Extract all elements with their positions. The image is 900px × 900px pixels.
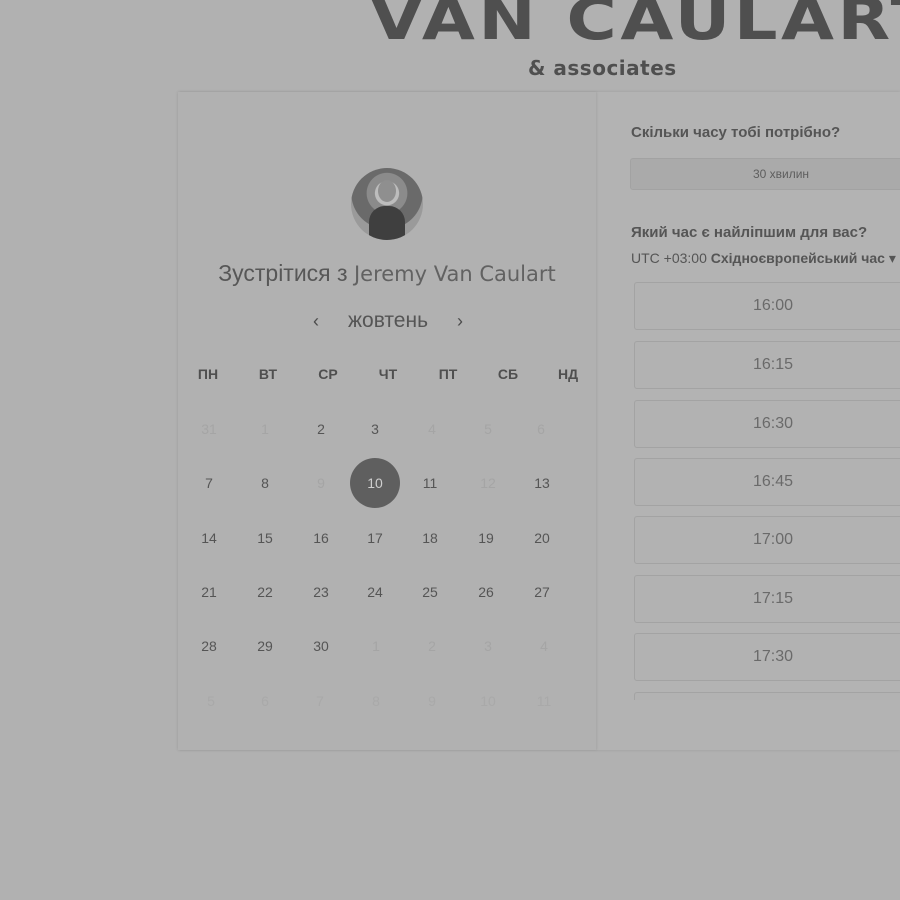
weekday-mon: ПН bbox=[197, 366, 219, 382]
calendar-day: 6 bbox=[261, 693, 269, 709]
calendar-day: 5 bbox=[484, 421, 492, 437]
calendar-day[interactable]: 7 bbox=[184, 458, 234, 508]
weekday-sat: СБ bbox=[497, 366, 519, 382]
calendar-day[interactable]: 11 bbox=[405, 458, 455, 508]
duration-select[interactable]: 30 хвилин bbox=[630, 158, 900, 190]
meeting-title: Зустрітися з Jeremy Van Caulart bbox=[178, 260, 596, 287]
calendar-day: 7 bbox=[316, 693, 324, 709]
weekday-sun: НД bbox=[557, 366, 579, 382]
calendar-day[interactable]: 21 bbox=[184, 567, 234, 617]
calendar-day[interactable]: 30 bbox=[296, 621, 346, 671]
calendar-day[interactable]: 15 bbox=[240, 513, 290, 563]
calendar-day[interactable]: 29 bbox=[240, 621, 290, 671]
calendar-day: 5 bbox=[207, 693, 215, 709]
calendar-day[interactable]: 26 bbox=[461, 567, 511, 617]
calendar-day[interactable]: 28 bbox=[184, 621, 234, 671]
time-question: Який час є найліпшим для вас? bbox=[631, 224, 868, 241]
calendar-day[interactable]: 22 bbox=[240, 567, 290, 617]
chevron-left-icon[interactable]: ‹ bbox=[308, 311, 324, 332]
calendar-day: 1 bbox=[372, 638, 380, 654]
calendar-day[interactable]: 20 bbox=[517, 513, 567, 563]
duration-question: Скільки часу тобі потрібно? bbox=[631, 124, 841, 141]
calendar-day: 8 bbox=[372, 693, 380, 709]
weekday-wed: СР bbox=[318, 366, 338, 382]
booking-card: Зустрітися з Jeremy Van Caulart ‹ жовтен… bbox=[178, 92, 900, 750]
time-slot[interactable]: 17:15 bbox=[634, 575, 900, 623]
calendar-day: 4 bbox=[540, 638, 548, 654]
calendar-day: 9 bbox=[317, 475, 325, 491]
calendar-day[interactable]: 23 bbox=[296, 567, 346, 617]
calendar-day[interactable]: 25 bbox=[405, 567, 455, 617]
calendar-day: 2 bbox=[428, 638, 436, 654]
calendar-day[interactable]: 18 bbox=[405, 513, 455, 563]
avatar bbox=[351, 168, 423, 240]
calendar-day: 1 bbox=[261, 421, 269, 437]
calendar-day[interactable]: 24 bbox=[350, 567, 400, 617]
calendar-day[interactable]: 14 bbox=[184, 513, 234, 563]
month-navigation: ‹ жовтень › bbox=[308, 307, 468, 335]
calendar-day: 31 bbox=[201, 421, 217, 437]
calendar-day[interactable]: 3 bbox=[350, 404, 400, 454]
time-slot[interactable]: 16:45 bbox=[634, 458, 900, 506]
brand-subtitle: & associates bbox=[528, 56, 677, 80]
calendar-panel: Зустрітися з Jeremy Van Caulart ‹ жовтен… bbox=[178, 92, 596, 750]
calendar-day: 9 bbox=[428, 693, 436, 709]
time-slot-list[interactable]: 16:00 16:15 16:30 16:45 17:00 17:15 17:3… bbox=[634, 282, 900, 700]
calendar-day-selected[interactable]: 10 bbox=[350, 458, 400, 508]
calendar-day: 6 bbox=[537, 421, 545, 437]
brand-logo: VAN CAULART & associates bbox=[360, 0, 900, 80]
timezone-name: Східноєвропейський час bbox=[710, 250, 885, 266]
weekday-thu: ЧТ bbox=[378, 366, 398, 382]
meeting-title-prefix: Зустрітися з bbox=[218, 260, 348, 286]
calendar-day: 3 bbox=[484, 638, 492, 654]
calendar-day[interactable]: 13 bbox=[517, 458, 567, 508]
time-slot[interactable]: 16:15 bbox=[634, 341, 900, 389]
calendar-day: 11 bbox=[536, 693, 552, 709]
weekday-header: ПН ВТ СР ЧТ ПТ СБ НД bbox=[178, 366, 596, 386]
calendar-day[interactable]: 2 bbox=[296, 404, 346, 454]
calendar-day[interactable]: 17 bbox=[350, 513, 400, 563]
chevron-down-icon: ▾ bbox=[888, 250, 896, 266]
calendar-day: 4 bbox=[428, 421, 436, 437]
calendar-day[interactable]: 19 bbox=[461, 513, 511, 563]
time-slot[interactable]: 17:00 bbox=[634, 516, 900, 564]
host-name: Jeremy Van Caulart bbox=[353, 262, 556, 286]
time-slot[interactable]: 16:00 bbox=[634, 282, 900, 330]
weekday-fri: ПТ bbox=[438, 366, 458, 382]
calendar-day[interactable]: 8 bbox=[240, 458, 290, 508]
calendar-day: 10 bbox=[480, 693, 496, 709]
chevron-right-icon[interactable]: › bbox=[452, 311, 468, 332]
calendar-day: 12 bbox=[480, 475, 496, 491]
calendar-day[interactable]: 27 bbox=[517, 567, 567, 617]
timezone-select[interactable]: UTC +03:00 Східноєвропейський час ▾ bbox=[631, 250, 896, 267]
scheduling-panel: Скільки часу тобі потрібно? 30 хвилин Як… bbox=[596, 92, 900, 750]
month-label: жовтень bbox=[347, 309, 429, 332]
time-slot[interactable]: 17:30 bbox=[634, 633, 900, 681]
brand-title: VAN CAULART bbox=[370, 0, 900, 53]
timezone-offset: UTC +03:00 bbox=[631, 250, 707, 266]
time-slot[interactable] bbox=[634, 692, 900, 700]
calendar-day[interactable]: 16 bbox=[296, 513, 346, 563]
time-slot[interactable]: 16:30 bbox=[634, 400, 900, 448]
weekday-tue: ВТ bbox=[258, 366, 278, 382]
